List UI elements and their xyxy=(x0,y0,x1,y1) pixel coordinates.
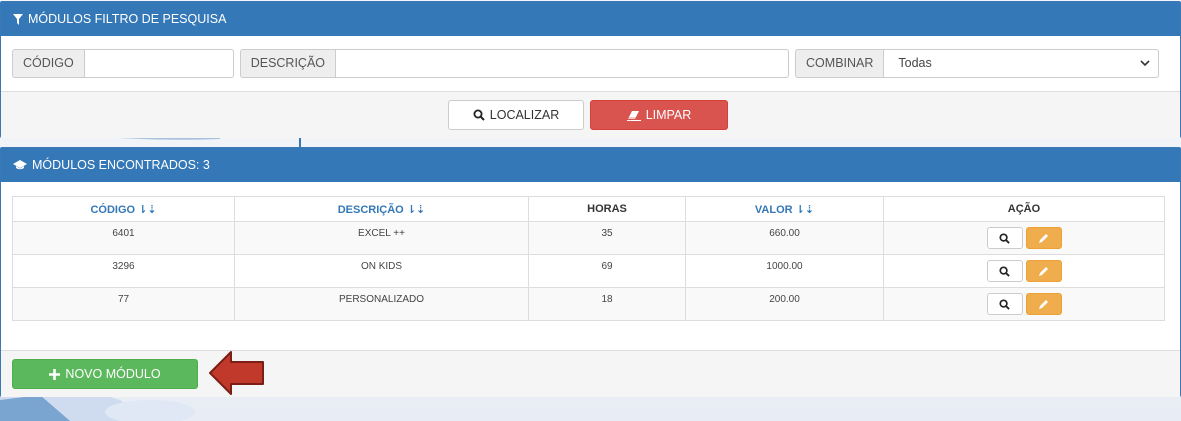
column-header-codigo[interactable]: CÓDIGO ⇂⇣ xyxy=(12,196,235,222)
table-header-row: CÓDIGO ⇂⇣ DESCRIÇÃO ⇂⇣ HORAS VALOR ⇂⇣ AÇ… xyxy=(12,196,1165,222)
column-header-descricao[interactable]: DESCRIÇÃO ⇂⇣ xyxy=(234,196,529,222)
results-panel-title: MÓDULOS ENCONTRADOS: 3 xyxy=(32,158,210,172)
cell-horas: 69 xyxy=(528,254,686,288)
sort-alpha-icon: ⇂⇣ xyxy=(138,203,157,216)
limpar-label: LIMPAR xyxy=(645,108,692,122)
sort-alpha-icon: ⇂⇣ xyxy=(795,203,815,216)
modules-table-wrapper: CÓDIGO ⇂⇣ DESCRIÇÃO ⇂⇣ HORAS VALOR ⇂⇣ AÇ… xyxy=(12,196,1165,321)
view-button[interactable] xyxy=(986,293,1023,315)
novo-modulo-label: NOVO MÓDULO xyxy=(65,367,161,381)
column-header-acao: AÇÃO xyxy=(883,196,1165,222)
magnifier-icon xyxy=(999,298,1010,310)
cell-acao xyxy=(883,254,1165,288)
table-row: 3296 ON KIDS 69 1000.00 xyxy=(12,254,1165,288)
cell-valor: 200.00 xyxy=(685,287,884,321)
cell-horas: 18 xyxy=(528,287,686,321)
cell-horas: 35 xyxy=(528,221,686,255)
cell-descricao: ON KIDS xyxy=(234,254,529,288)
cell-codigo: 3296 xyxy=(12,254,235,288)
novo-modulo-button[interactable]: NOVO MÓDULO xyxy=(12,359,198,389)
codigo-input[interactable] xyxy=(83,49,234,78)
edit-button[interactable] xyxy=(1025,293,1062,315)
cell-acao xyxy=(883,287,1165,321)
graduation-cap-icon xyxy=(13,160,27,170)
results-panel: MÓDULOS ENCONTRADOS: 3 CÓDIGO ⇂⇣ DESCRIÇ… xyxy=(0,147,1181,397)
limpar-button[interactable]: LIMPAR xyxy=(590,100,728,130)
cell-valor: 1000.00 xyxy=(685,254,884,288)
combinar-selected-value: Todas xyxy=(898,56,932,70)
localizar-label: LOCALIZAR xyxy=(489,108,560,122)
cell-descricao: EXCEL ++ xyxy=(234,221,529,255)
view-button[interactable] xyxy=(986,227,1023,249)
table-row: 77 PERSONALIZADO 18 200.00 xyxy=(12,287,1165,321)
red-arrow-icon xyxy=(209,351,264,395)
cell-codigo: 6401 xyxy=(12,221,235,255)
table-row: 6401 EXCEL ++ 35 660.00 xyxy=(12,221,1165,255)
edit-button[interactable] xyxy=(1025,260,1062,282)
cell-codigo: 77 xyxy=(12,287,235,321)
column-header-horas: HORAS xyxy=(528,196,686,222)
pencil-icon xyxy=(1039,266,1048,276)
filter-icon xyxy=(13,13,23,25)
cell-valor: 660.00 xyxy=(685,221,884,255)
cell-acao xyxy=(883,221,1165,255)
pencil-icon xyxy=(1039,233,1048,243)
magnifier-icon xyxy=(999,265,1010,277)
pencil-icon xyxy=(1039,299,1048,309)
column-header-valor[interactable]: VALOR ⇂⇣ xyxy=(685,196,884,222)
codigo-label: CÓDIGO xyxy=(12,49,84,78)
filter-row: CÓDIGO DESCRIÇÃO COMBINAR Todas xyxy=(1,36,1180,91)
sort-alpha-icon: ⇂⇣ xyxy=(406,203,426,216)
filter-panel-heading: MÓDULOS FILTRO DE PESQUISA xyxy=(1,2,1180,36)
chevron-down-icon xyxy=(1140,60,1150,67)
filter-panel: MÓDULOS FILTRO DE PESQUISA CÓDIGO DESCRI… xyxy=(0,1,1181,138)
combinar-label: COMBINAR xyxy=(795,49,884,78)
results-footer: NOVO MÓDULO xyxy=(1,350,1180,397)
eraser-icon xyxy=(626,110,641,121)
modules-table: CÓDIGO ⇂⇣ DESCRIÇÃO ⇂⇣ HORAS VALOR ⇂⇣ AÇ… xyxy=(12,196,1165,321)
descricao-label: DESCRIÇÃO xyxy=(239,49,336,78)
search-icon xyxy=(473,109,485,121)
combinar-select[interactable]: Todas xyxy=(883,49,1160,78)
descricao-input[interactable] xyxy=(335,49,790,78)
plus-icon xyxy=(49,368,61,380)
localizar-button[interactable]: LOCALIZAR xyxy=(448,100,584,130)
results-panel-heading: MÓDULOS ENCONTRADOS: 3 xyxy=(1,148,1180,182)
cell-descricao: PERSONALIZADO xyxy=(234,287,529,321)
view-button[interactable] xyxy=(986,260,1023,282)
filter-panel-title: MÓDULOS FILTRO DE PESQUISA xyxy=(28,12,227,26)
magnifier-icon xyxy=(999,232,1010,244)
edit-button[interactable] xyxy=(1025,227,1062,249)
filter-footer: LOCALIZAR LIMPAR xyxy=(1,91,1180,138)
